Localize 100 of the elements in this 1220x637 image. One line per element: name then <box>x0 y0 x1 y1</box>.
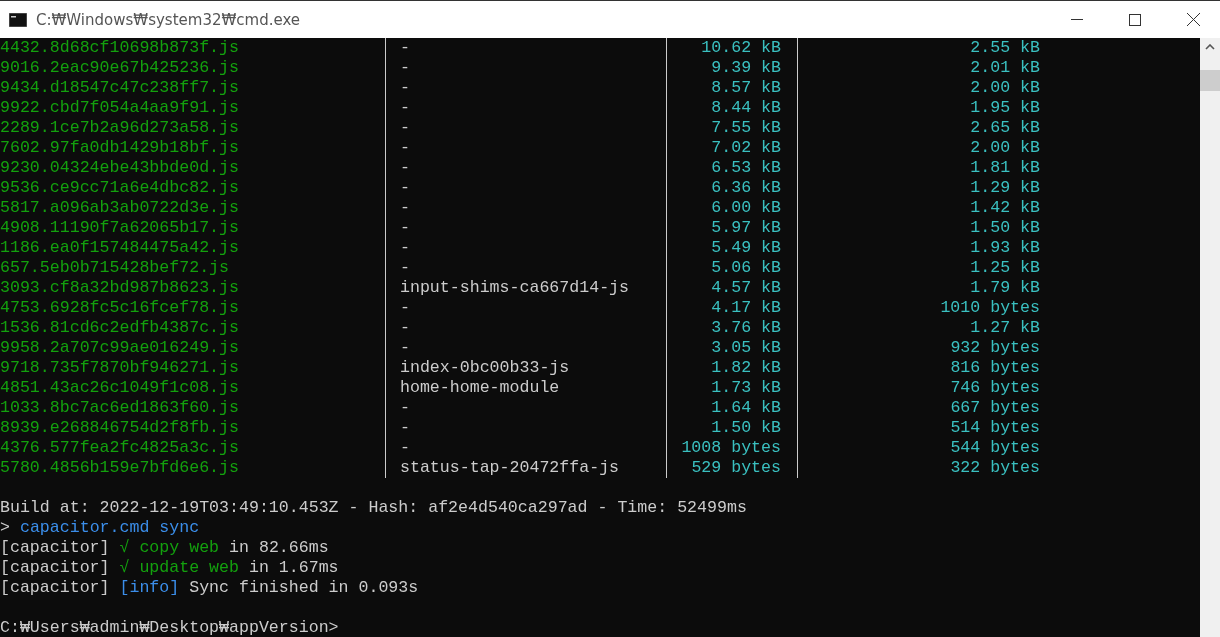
chunk-name: - <box>385 138 666 158</box>
file-name: 9718.735f7870bf946271.js <box>0 358 240 378</box>
chunk-name: input-shims-ca667d14-js <box>385 278 666 298</box>
transfer-size: 544 bytes <box>797 438 1040 458</box>
raw-size: 6.53 kB <box>666 158 797 178</box>
transfer-size: 1.95 kB <box>797 98 1040 118</box>
raw-size: 5.97 kB <box>666 218 797 238</box>
file-name: 9230.04324ebe43bbde0d.js <box>0 158 240 178</box>
transfer-size: 2.01 kB <box>797 58 1040 78</box>
file-name: 1536.81cd6c2edfb4387c.js <box>0 318 240 338</box>
raw-size: 9.39 kB <box>666 58 797 78</box>
file-name: 3093.cf8a32bd987b8623.js <box>0 278 240 298</box>
chunk-name: - <box>385 298 666 318</box>
raw-size: 8.44 kB <box>666 98 797 118</box>
raw-size: 8.57 kB <box>666 78 797 98</box>
file-name: 9016.2eac90e67b425236.js <box>0 58 240 78</box>
transfer-size: 1.42 kB <box>797 198 1040 218</box>
transfer-size: 322 bytes <box>797 458 1040 478</box>
file-name: 4908.11190f7a62065b17.js <box>0 218 240 238</box>
chunk-name: - <box>385 338 666 358</box>
chunk-name: - <box>385 238 666 258</box>
chunk-name: - <box>385 38 666 58</box>
transfer-size: 1.81 kB <box>797 158 1040 178</box>
raw-size: 5.06 kB <box>666 258 797 278</box>
transfer-size: 932 bytes <box>797 338 1040 358</box>
transfer-size: 1.79 kB <box>797 278 1040 298</box>
chunk-name: - <box>385 98 666 118</box>
close-icon <box>1186 13 1200 26</box>
file-name: 2289.1ce7b2a96d273a58.js <box>0 118 240 138</box>
transfer-size: 2.65 kB <box>797 118 1040 138</box>
file-name: 4851.43ac26c1049f1c08.js <box>0 378 240 398</box>
raw-size: 6.00 kB <box>666 198 797 218</box>
raw-size: 5.49 kB <box>666 238 797 258</box>
minimize-icon <box>1071 19 1083 20</box>
raw-size: 4.57 kB <box>666 278 797 298</box>
file-name: 7602.97fa0db1429b18bf.js <box>0 138 240 158</box>
raw-size: 10.62 kB <box>666 38 797 58</box>
raw-size: 1.50 kB <box>666 418 797 438</box>
transfer-size: 514 bytes <box>797 418 1040 438</box>
raw-size: 3.05 kB <box>666 338 797 358</box>
transfer-size: 2.00 kB <box>797 78 1040 98</box>
chunk-name: - <box>385 258 666 278</box>
transfer-size: 2.55 kB <box>797 38 1040 58</box>
chunk-name: - <box>385 118 666 138</box>
transfer-size: 1010 bytes <box>797 298 1040 318</box>
scrollbar[interactable] <box>1200 38 1220 637</box>
file-name: 9958.2a707c99ae016249.js <box>0 338 240 358</box>
chunk-name: - <box>385 398 666 418</box>
transfer-size: 1.50 kB <box>797 218 1040 238</box>
window-title: C:₩Windows₩system32₩cmd.exe <box>36 10 302 29</box>
chunk-name: - <box>385 58 666 78</box>
chunk-name: index-0bc00b33-js <box>385 358 666 378</box>
file-name: 9434.d18547c47c238ff7.js <box>0 78 240 98</box>
console-line: [capacitor] √ update web in 1.67ms <box>0 558 339 578</box>
transfer-size: 1.27 kB <box>797 318 1040 338</box>
raw-size: 4.17 kB <box>666 298 797 318</box>
raw-size: 7.02 kB <box>666 138 797 158</box>
file-name: 5817.a096ab3ab0722d3e.js <box>0 198 240 218</box>
file-name: 1186.ea0f157484475a42.js <box>0 238 240 258</box>
file-name: 9536.ce9cc71a6e4dbc82.js <box>0 178 240 198</box>
console-line: Build at: 2022-12-19T03:49:10.453Z - Hash: af2e4d540ca297ad - Time: 52499ms <box>0 498 747 518</box>
raw-size: 7.55 kB <box>666 118 797 138</box>
transfer-size: 816 bytes <box>797 358 1040 378</box>
file-name: 4376.577fea2fc4825a3c.js <box>0 438 240 458</box>
chunk-name: - <box>385 438 666 458</box>
file-name: 4432.8d68cf10698b873f.js <box>0 38 240 58</box>
scroll-up-icon[interactable] <box>1205 44 1215 50</box>
raw-size: 1008 bytes <box>666 438 797 458</box>
raw-size: 1.82 kB <box>666 358 797 378</box>
terminal-icon <box>9 12 27 27</box>
file-name: 5780.4856b159e7bfd6e6.js <box>0 458 240 478</box>
maximize-icon <box>1129 13 1141 26</box>
console-line: [capacitor] √ copy web in 82.66ms <box>0 538 329 558</box>
chunk-name: status-tap-20472ffa-js <box>385 458 666 478</box>
console-line: C:₩Users₩admin₩Desktop₩appVersion> <box>0 618 339 637</box>
file-name: 8939.e268846754d2f8fb.js <box>0 418 240 438</box>
chunk-name: - <box>385 218 666 238</box>
transfer-size: 2.00 kB <box>797 138 1040 158</box>
transfer-size: 1.93 kB <box>797 238 1040 258</box>
chunk-name: - <box>385 198 666 218</box>
transfer-size: 1.25 kB <box>797 258 1040 278</box>
raw-size: 1.64 kB <box>666 398 797 418</box>
raw-size: 3.76 kB <box>666 318 797 338</box>
raw-size: 1.73 kB <box>666 378 797 398</box>
transfer-size: 667 bytes <box>797 398 1040 418</box>
chunk-name: - <box>385 418 666 438</box>
chunk-name: - <box>385 178 666 198</box>
chunk-name: - <box>385 158 666 178</box>
chunk-name: - <box>385 318 666 338</box>
file-name: 1033.8bc7ac6ed1863f60.js <box>0 398 240 418</box>
chunk-name: - <box>385 78 666 98</box>
scrollbar-thumb[interactable] <box>1200 70 1220 91</box>
raw-size: 6.36 kB <box>666 178 797 198</box>
console-line: [capacitor] [info] Sync finished in 0.093s <box>0 578 419 598</box>
file-name: 657.5eb0b715428bef72.js <box>0 258 231 278</box>
transfer-size: 1.29 kB <box>797 178 1040 198</box>
raw-size: 529 bytes <box>666 458 797 478</box>
file-name: 4753.6928fc5c16fcef78.js <box>0 298 240 318</box>
transfer-size: 746 bytes <box>797 378 1040 398</box>
file-name: 9922.cbd7f054a4aa9f91.js <box>0 98 240 118</box>
